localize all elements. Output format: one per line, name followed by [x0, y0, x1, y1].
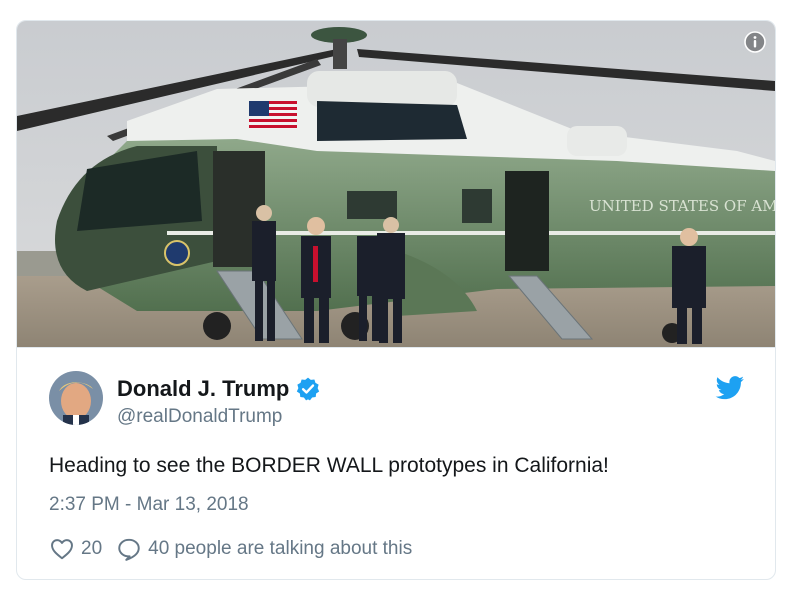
tweet-body: Donald J. Trump @realDonaldTrump Heading…	[17, 347, 775, 579]
avatar[interactable]	[49, 371, 103, 425]
verified-badge-icon	[297, 377, 320, 401]
tweet-timestamp[interactable]: 2:37 PM - Mar 13, 2018	[49, 494, 249, 516]
conversation-link[interactable]: 40 people are talking about this	[116, 536, 412, 562]
tweet-actions: 20 40 people are talking about this	[49, 536, 412, 562]
heart-icon	[51, 539, 73, 560]
avatar-photo-icon	[49, 371, 103, 425]
like-button[interactable]: 20	[49, 536, 102, 562]
author-handle[interactable]: @realDonaldTrump	[117, 406, 282, 428]
speech-bubble-icon	[118, 538, 140, 561]
info-icon[interactable]	[744, 31, 766, 53]
twitter-bird-icon[interactable]	[715, 376, 745, 400]
author-name[interactable]: Donald J. Trump	[117, 376, 289, 402]
like-count: 20	[81, 538, 103, 559]
aircraft-marking: UNITED STATES OF AME	[589, 197, 775, 215]
tweet-media-photo[interactable]: UNITED STATES OF AME	[17, 21, 775, 347]
conversation-label: 40 people are talking about this	[148, 538, 413, 559]
embedded-tweet-card[interactable]: UNITED STATES OF AME Donald J. Trump @re…	[16, 20, 776, 580]
helicopter-photo: UNITED STATES OF AME	[17, 21, 775, 347]
tweet-text: Heading to see the BORDER WALL prototype…	[49, 454, 609, 477]
